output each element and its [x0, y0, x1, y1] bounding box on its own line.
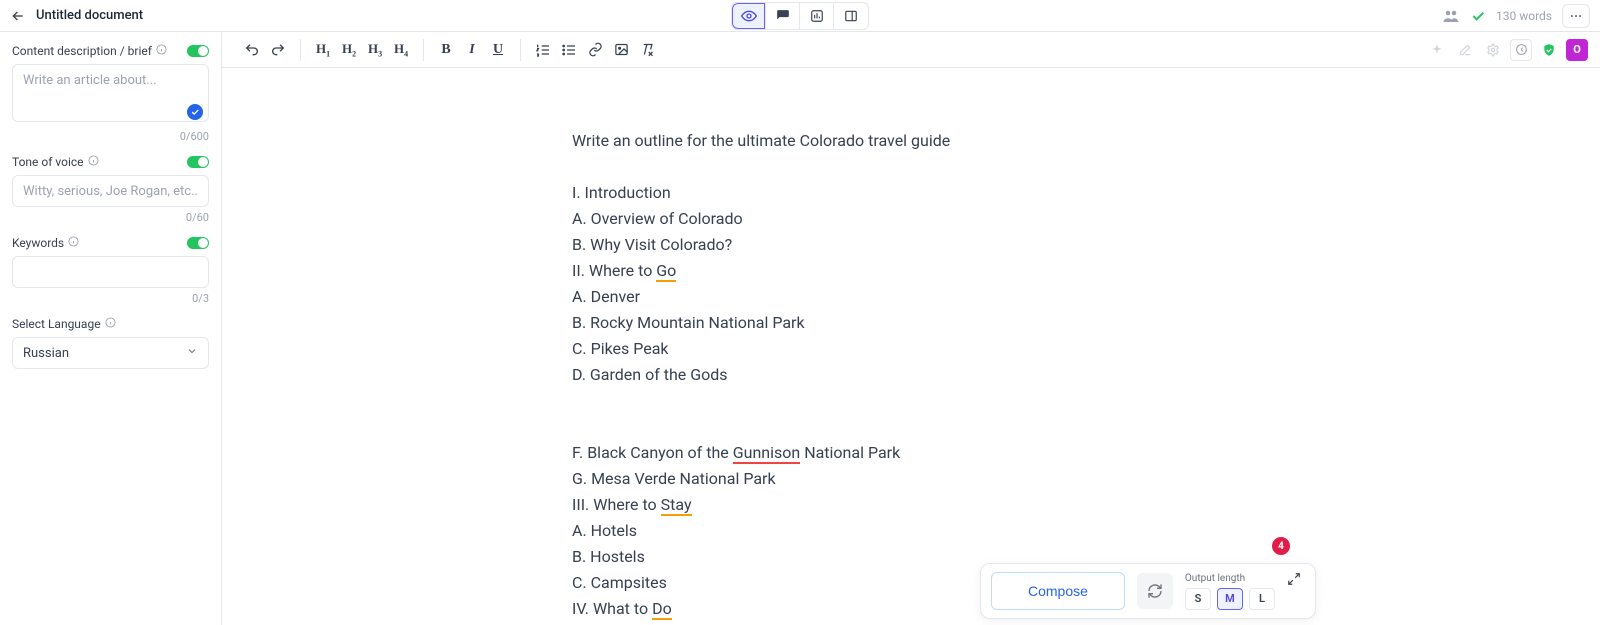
doc-line: A. Hotels	[572, 518, 1600, 544]
view-sidebar-button[interactable]	[834, 3, 868, 29]
doc-line: A. Denver	[572, 284, 1600, 310]
info-icon[interactable]	[88, 155, 99, 169]
expand-icon[interactable]	[1287, 572, 1305, 590]
h1-button[interactable]: H1	[311, 38, 335, 62]
view-chat-button[interactable]	[766, 3, 800, 29]
brief-toggle[interactable]	[187, 45, 209, 57]
language-select[interactable]: Russian	[12, 337, 209, 369]
brief-counter: 0/600	[12, 130, 209, 143]
language-value: Russian	[23, 346, 69, 361]
word-count: 130 words	[1496, 9, 1552, 23]
back-icon[interactable]	[10, 8, 26, 24]
length-m-button[interactable]: M	[1217, 588, 1243, 610]
settings-sidebar: Content description / brief 0/600 Tone o…	[0, 32, 222, 625]
doc-line: B. Why Visit Colorado?	[572, 232, 1600, 258]
tone-input[interactable]	[12, 175, 209, 207]
collaborators-icon[interactable]	[1442, 7, 1460, 25]
doc-line: C. Pikes Peak	[572, 336, 1600, 362]
plagiarism-icon[interactable]	[1510, 39, 1532, 61]
length-l-button[interactable]: L	[1249, 588, 1275, 610]
info-icon[interactable]	[105, 317, 116, 331]
keywords-input[interactable]	[12, 256, 209, 288]
regenerate-button[interactable]	[1137, 573, 1173, 609]
length-s-button[interactable]: S	[1185, 588, 1211, 610]
keywords-counter: 0/3	[12, 292, 209, 305]
view-seo-button[interactable]	[800, 3, 834, 29]
keywords-toggle[interactable]	[187, 237, 209, 249]
brief-textarea[interactable]	[12, 64, 209, 122]
tone-label: Tone of voice	[12, 155, 84, 169]
output-length-label: Output length	[1185, 573, 1245, 584]
ordered-list-button[interactable]	[531, 38, 555, 62]
doc-line: Write an outline for the ultimate Colora…	[572, 128, 1600, 154]
app-header: Untitled document 130 words	[0, 0, 1600, 32]
h4-button[interactable]: H4	[389, 38, 413, 62]
settings-icon[interactable]	[1482, 39, 1504, 61]
doc-line: F. Black Canyon of the Gunnison National…	[572, 440, 1600, 466]
editor-area: H1 H2 H3 H4 B I U	[222, 32, 1600, 625]
doc-line: A. Overview of Colorado	[572, 206, 1600, 232]
language-label: Select Language	[12, 317, 101, 331]
tone-toggle[interactable]	[187, 156, 209, 168]
h2-button[interactable]: H2	[337, 38, 361, 62]
notification-badge[interactable]: 4	[1272, 537, 1290, 555]
image-button[interactable]	[609, 38, 633, 62]
doc-line: B. Rocky Mountain National Park	[572, 310, 1600, 336]
doc-line: II. Where to Go	[572, 258, 1600, 284]
redo-button[interactable]	[266, 38, 290, 62]
info-icon[interactable]	[68, 236, 79, 250]
grammar-shield-icon[interactable]	[1538, 39, 1560, 61]
italic-button[interactable]: I	[460, 38, 484, 62]
compose-button[interactable]: Compose	[991, 572, 1125, 610]
clear-format-button[interactable]	[635, 38, 659, 62]
unordered-list-button[interactable]	[557, 38, 581, 62]
user-avatar[interactable]: O	[1566, 39, 1588, 61]
undo-button[interactable]	[240, 38, 264, 62]
document-body[interactable]: Write an outline for the ultimate Colora…	[222, 68, 1600, 625]
bold-button[interactable]: B	[434, 38, 458, 62]
chevron-down-icon	[186, 345, 198, 361]
doc-line: III. Where to Stay	[572, 492, 1600, 518]
link-button[interactable]	[583, 38, 607, 62]
compose-panel: Compose Output length S M L	[980, 563, 1316, 619]
saved-check-icon	[1470, 8, 1486, 24]
document-title[interactable]: Untitled document	[36, 8, 143, 23]
doc-line: I. Introduction	[572, 180, 1600, 206]
brief-check-icon	[187, 104, 203, 120]
view-focus-button[interactable]	[732, 3, 766, 29]
brief-label: Content description / brief	[12, 44, 152, 58]
keywords-label: Keywords	[12, 236, 64, 250]
doc-line: D. Garden of the Gods	[572, 362, 1600, 388]
ai-spark-icon[interactable]	[1426, 39, 1448, 61]
more-menu-button[interactable]	[1562, 4, 1590, 28]
info-icon[interactable]	[156, 44, 167, 58]
view-mode-switcher	[731, 2, 869, 30]
editor-toolbar: H1 H2 H3 H4 B I U	[222, 32, 1600, 68]
tone-counter: 0/60	[12, 211, 209, 224]
underline-button[interactable]: U	[486, 38, 510, 62]
edit-icon[interactable]	[1454, 39, 1476, 61]
h3-button[interactable]: H3	[363, 38, 387, 62]
doc-line: G. Mesa Verde National Park	[572, 466, 1600, 492]
